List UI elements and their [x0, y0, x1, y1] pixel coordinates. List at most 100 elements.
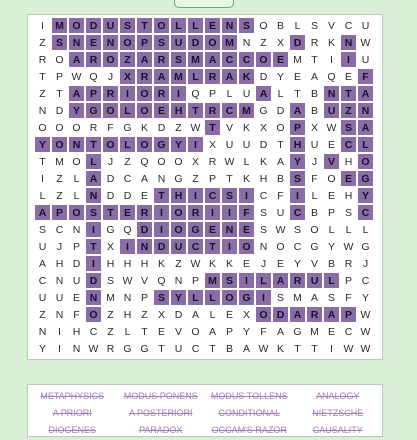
grid-cell[interactable]: D: [102, 187, 119, 204]
grid-cell[interactable]: F: [102, 119, 119, 136]
grid-cell[interactable]: B: [306, 102, 323, 119]
grid-cell[interactable]: Y: [34, 340, 51, 357]
grid-cell[interactable]: N: [68, 221, 85, 238]
grid-cell[interactable]: I: [34, 170, 51, 187]
grid-cell[interactable]: Z: [102, 306, 119, 323]
grid-cell[interactable]: A: [272, 323, 289, 340]
grid-cell[interactable]: W: [68, 68, 85, 85]
grid-cell[interactable]: P: [204, 85, 221, 102]
grid-cell[interactable]: L: [68, 170, 85, 187]
grid-cell[interactable]: N: [51, 272, 68, 289]
grid-cell[interactable]: O: [323, 170, 340, 187]
grid-cell[interactable]: J: [102, 68, 119, 85]
grid-cell[interactable]: N: [51, 306, 68, 323]
grid-cell[interactable]: I: [289, 187, 306, 204]
grid-cell[interactable]: A: [289, 306, 306, 323]
grid-cell[interactable]: J: [255, 255, 272, 272]
grid-cell[interactable]: A: [357, 119, 374, 136]
grid-cell[interactable]: H: [170, 102, 187, 119]
grid-cell[interactable]: P: [187, 272, 204, 289]
grid-cell[interactable]: V: [306, 255, 323, 272]
grid-cell[interactable]: T: [204, 119, 221, 136]
grid-cell[interactable]: F: [238, 204, 255, 221]
grid-cell[interactable]: M: [187, 51, 204, 68]
grid-cell[interactable]: U: [170, 34, 187, 51]
grid-cell[interactable]: K: [136, 119, 153, 136]
grid-cell[interactable]: N: [170, 272, 187, 289]
grid-cell[interactable]: X: [272, 34, 289, 51]
grid-cell[interactable]: I: [323, 340, 340, 357]
grid-cell[interactable]: C: [221, 102, 238, 119]
grid-cell[interactable]: R: [136, 204, 153, 221]
grid-cell[interactable]: K: [153, 255, 170, 272]
grid-cell[interactable]: G: [153, 136, 170, 153]
grid-cell[interactable]: E: [340, 170, 357, 187]
grid-cell[interactable]: B: [306, 204, 323, 221]
grid-cell[interactable]: S: [255, 204, 272, 221]
grid-cell[interactable]: U: [323, 102, 340, 119]
grid-cell[interactable]: D: [255, 68, 272, 85]
grid-cell[interactable]: L: [68, 187, 85, 204]
grid-cell[interactable]: N: [68, 340, 85, 357]
grid-cell[interactable]: D: [136, 221, 153, 238]
grid-cell[interactable]: D: [119, 187, 136, 204]
grid-cell[interactable]: M: [102, 289, 119, 306]
grid-cell[interactable]: O: [136, 85, 153, 102]
grid-cell[interactable]: I: [170, 85, 187, 102]
grid-cell[interactable]: Z: [119, 153, 136, 170]
grid-cell[interactable]: I: [221, 204, 238, 221]
grid-cell[interactable]: I: [187, 136, 204, 153]
grid-cell[interactable]: I: [153, 204, 170, 221]
grid-cell[interactable]: L: [255, 272, 272, 289]
grid-cell[interactable]: A: [323, 306, 340, 323]
grid-cell[interactable]: G: [85, 102, 102, 119]
grid-cell[interactable]: H: [119, 255, 136, 272]
grid-cell[interactable]: O: [255, 51, 272, 68]
grid-cell[interactable]: Z: [51, 187, 68, 204]
grid-cell[interactable]: M: [289, 289, 306, 306]
grid-cell[interactable]: A: [153, 68, 170, 85]
grid-cell[interactable]: Y: [357, 187, 374, 204]
grid-cell[interactable]: D: [51, 102, 68, 119]
grid-cell[interactable]: U: [170, 238, 187, 255]
grid-cell[interactable]: W: [357, 306, 374, 323]
grid-cell[interactable]: L: [357, 221, 374, 238]
grid-cell[interactable]: S: [255, 221, 272, 238]
grid-cell[interactable]: L: [204, 289, 221, 306]
grid-cell[interactable]: K: [255, 153, 272, 170]
grid-cell[interactable]: E: [153, 323, 170, 340]
grid-cell[interactable]: S: [340, 119, 357, 136]
grid-cell[interactable]: O: [68, 204, 85, 221]
grid-cell[interactable]: A: [272, 153, 289, 170]
grid-cell[interactable]: F: [255, 323, 272, 340]
grid-cell[interactable]: U: [357, 17, 374, 34]
grid-cell[interactable]: M: [170, 68, 187, 85]
grid-cell[interactable]: T: [204, 238, 221, 255]
grid-cell[interactable]: O: [272, 119, 289, 136]
grid-cell[interactable]: U: [170, 340, 187, 357]
grid-cell[interactable]: Z: [119, 51, 136, 68]
grid-cell[interactable]: U: [68, 272, 85, 289]
grid-cell[interactable]: F: [357, 68, 374, 85]
grid-cell[interactable]: Q: [136, 153, 153, 170]
grid-cell[interactable]: P: [51, 204, 68, 221]
grid-cell[interactable]: D: [153, 119, 170, 136]
grid-cell[interactable]: D: [255, 136, 272, 153]
grid-cell[interactable]: G: [102, 221, 119, 238]
grid-cell[interactable]: R: [102, 85, 119, 102]
grid-cell[interactable]: G: [306, 238, 323, 255]
grid-cell[interactable]: A: [238, 340, 255, 357]
grid-cell[interactable]: T: [289, 85, 306, 102]
grid-cell[interactable]: T: [85, 136, 102, 153]
grid-cell[interactable]: A: [306, 68, 323, 85]
grid-cell[interactable]: W: [119, 272, 136, 289]
grid-cell[interactable]: P: [340, 306, 357, 323]
grid-cell[interactable]: E: [323, 323, 340, 340]
grid-cell[interactable]: I: [119, 238, 136, 255]
grid-cell[interactable]: L: [170, 17, 187, 34]
grid-cell[interactable]: N: [357, 102, 374, 119]
grid-cell[interactable]: E: [136, 187, 153, 204]
grid-cell[interactable]: Z: [34, 85, 51, 102]
grid-cell[interactable]: C: [340, 136, 357, 153]
grid-cell[interactable]: L: [272, 85, 289, 102]
